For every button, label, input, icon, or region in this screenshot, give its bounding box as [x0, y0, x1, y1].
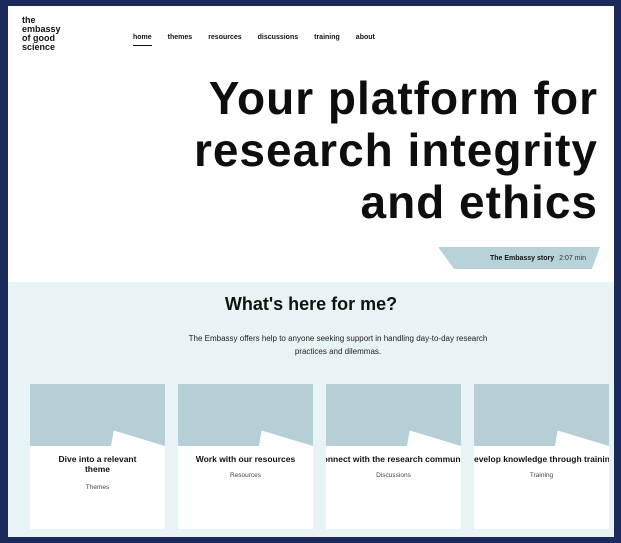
- card-image: [474, 384, 609, 446]
- card-subtitle: Resources: [229, 472, 262, 479]
- card-themes[interactable]: Dive into a relevant theme Themes: [30, 384, 165, 529]
- site-logo[interactable]: the embassy of good science: [22, 16, 82, 52]
- card-image: [178, 384, 313, 446]
- nav-themes[interactable]: themes: [168, 34, 193, 41]
- nav-resources[interactable]: resources: [208, 34, 241, 41]
- main-nav: home themes resources discussions traini…: [133, 34, 375, 46]
- card-resources[interactable]: Work with our resources Resources: [178, 384, 313, 529]
- nav-about[interactable]: about: [356, 34, 375, 41]
- story-label: The Embassy story: [489, 254, 555, 262]
- card-subtitle: Training: [529, 472, 554, 479]
- card-title: Dive into a relevant theme: [58, 454, 137, 474]
- nav-training[interactable]: training: [314, 34, 340, 41]
- card-title: Develop knowledge through training: [474, 454, 609, 464]
- hero-line: research integrity: [193, 124, 598, 176]
- hero-line: Your platform for: [208, 72, 598, 124]
- story-video-button[interactable]: The Embassy story 2:07 min: [438, 247, 600, 269]
- section-title: What's here for me?: [224, 294, 398, 314]
- nav-discussions[interactable]: discussions: [258, 34, 298, 41]
- card-subtitle: Discussions: [376, 472, 411, 479]
- hero-line: and ethics: [360, 176, 598, 228]
- story-duration: 2:07 min: [559, 254, 586, 262]
- nav-home[interactable]: home: [133, 34, 152, 46]
- card-discussions[interactable]: Connect with the research community Disc…: [326, 384, 461, 529]
- hero-title: Your platform for research integrity and…: [194, 72, 598, 228]
- browser-page: the embassy of good science home themes …: [8, 6, 614, 537]
- card-subtitle: Themes: [85, 484, 110, 491]
- card-image: [326, 384, 461, 446]
- card-training[interactable]: Develop knowledge through training Train…: [474, 384, 609, 529]
- card-title: Connect with the research community: [326, 454, 461, 464]
- section-description: The Embassy offers help to anyone seekin…: [188, 334, 488, 356]
- logo-line: science: [22, 42, 56, 52]
- card-image: [30, 384, 165, 446]
- card-title: Work with our resources: [195, 454, 296, 464]
- whats-here-section: What's here for me? The Embassy offers h…: [8, 282, 614, 537]
